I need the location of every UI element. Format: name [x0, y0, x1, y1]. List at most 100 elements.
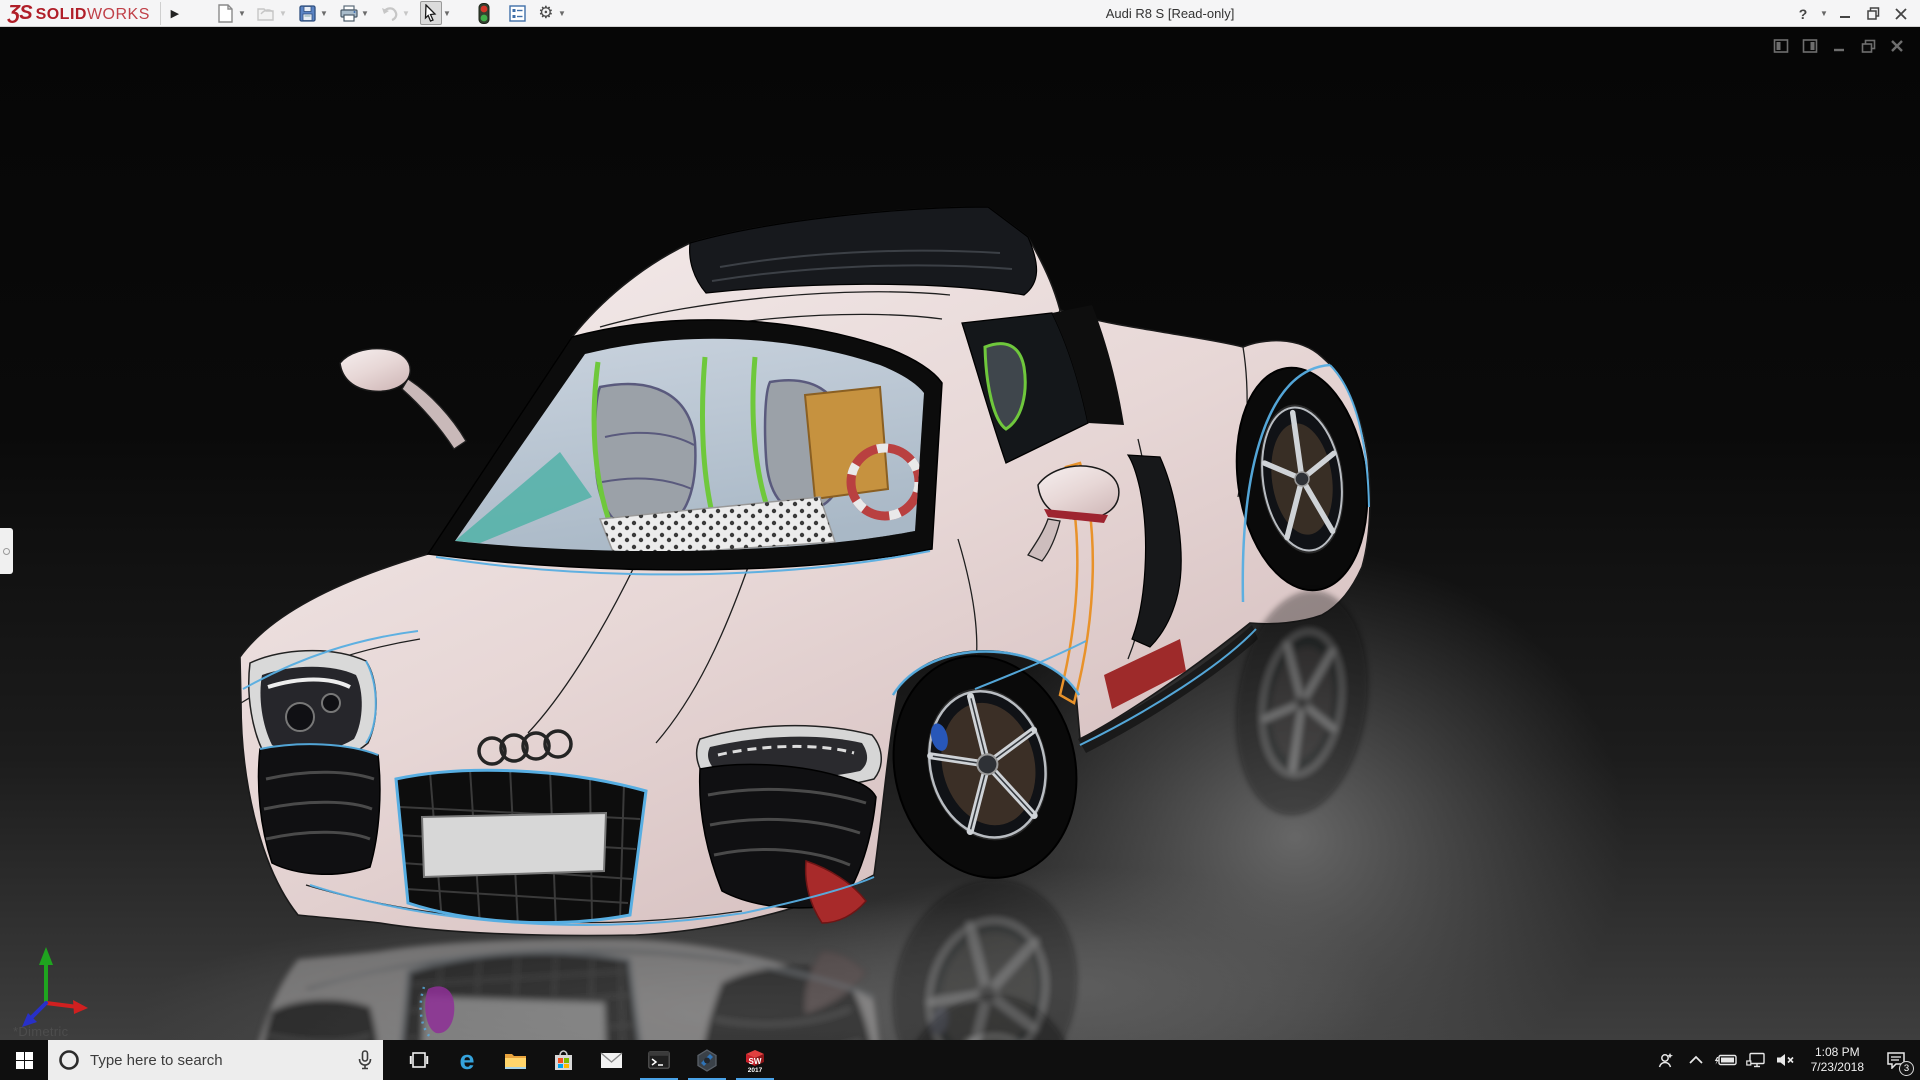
microsoft-store-icon	[554, 1049, 572, 1070]
help-button[interactable]: ?	[1792, 2, 1814, 26]
svg-text:SW: SW	[749, 1057, 762, 1066]
battery-button[interactable]	[1713, 1040, 1739, 1080]
print-button[interactable]	[338, 1, 360, 25]
volume-muted-icon	[1776, 1054, 1794, 1066]
command-prompt-button[interactable]	[635, 1040, 683, 1080]
rebuild-button[interactable]	[473, 1, 495, 25]
settings-caret[interactable]: ▼	[557, 9, 567, 18]
document-window-controls	[1772, 37, 1906, 55]
help-caret[interactable]: ▼	[1820, 9, 1828, 18]
microsoft-store-button[interactable]	[539, 1040, 587, 1080]
quick-access-toolbar: ▼ ▼ ▼ ▼ ▼ ▼ ⚙ ▼	[215, 1, 576, 25]
command-prompt-icon	[648, 1051, 670, 1069]
open-document-button[interactable]	[256, 1, 278, 25]
license-plate	[420, 811, 608, 879]
taskbar-clock[interactable]: 1:08 PM 7/23/2018	[1803, 1045, 1872, 1075]
people-icon	[1658, 1053, 1673, 1068]
close-icon	[1895, 7, 1907, 20]
restore-icon	[1866, 7, 1879, 20]
panel-tab-dot-icon	[3, 547, 10, 555]
options-list-icon	[509, 4, 527, 22]
microphone-icon[interactable]	[357, 1050, 373, 1070]
battery-charging-icon	[1714, 1054, 1737, 1066]
search-input[interactable]	[90, 1051, 347, 1069]
action-center-button[interactable]: 3	[1876, 1040, 1916, 1080]
left-air-intake	[257, 743, 381, 875]
view-orientation-label: *Dimetric	[13, 1024, 69, 1039]
mail-envelope-icon	[600, 1051, 622, 1068]
undo-caret[interactable]: ▼	[401, 9, 411, 18]
hidden-icons-button[interactable]	[1683, 1040, 1709, 1080]
brand-name-bold: SOLID	[35, 5, 87, 23]
select-tool-caret[interactable]: ▼	[442, 9, 452, 18]
feature-tree-collapsed-tab[interactable]	[0, 528, 13, 574]
solidworks-2017-icon: SW 2017	[746, 1050, 764, 1073]
new-document-caret[interactable]: ▼	[237, 9, 247, 18]
options-list-button[interactable]	[507, 1, 529, 25]
restore-button[interactable]	[1862, 2, 1884, 26]
solidworks-logo: ƷS SOLID WORKS	[0, 2, 150, 25]
new-document-button[interactable]	[215, 1, 237, 25]
task-view-button[interactable]	[395, 1040, 443, 1080]
volume-button[interactable]	[1773, 1040, 1799, 1080]
network-button[interactable]	[1743, 1040, 1769, 1080]
title-toolbar: ƷS SOLID WORKS ▶ ▼ ▼ ▼ ▼ ▼ ▼ ⚙ ▼ Audi R8…	[0, 0, 1920, 27]
edge-browser-button[interactable]: e	[443, 1040, 491, 1080]
open-folder-icon	[257, 7, 275, 21]
close-button[interactable]	[1890, 2, 1912, 26]
restore-document-button[interactable]	[1859, 37, 1877, 55]
left-mirror	[339, 347, 467, 450]
save-caret[interactable]: ▼	[319, 9, 329, 18]
clock-date: 7/23/2018	[1810, 1060, 1864, 1074]
undo-arrow-icon	[382, 6, 398, 21]
chevron-up-icon	[1689, 1055, 1703, 1064]
undo-button[interactable]	[379, 1, 401, 25]
close-document-button[interactable]	[1888, 37, 1906, 55]
window-title: Audi R8 S [Read-only]	[1105, 6, 1235, 21]
file-explorer-icon	[504, 1053, 526, 1069]
solidworks-2017-button[interactable]: SW 2017	[731, 1040, 779, 1080]
open-document-caret[interactable]: ▼	[278, 9, 288, 18]
windows-logo-icon	[15, 1051, 33, 1069]
cortana-icon	[59, 1050, 79, 1070]
people-button[interactable]	[1653, 1040, 1679, 1080]
graphics-viewport[interactable]: *Dimetric	[0, 27, 1920, 1040]
hexagon-app-icon	[697, 1048, 717, 1072]
mail-button[interactable]	[587, 1040, 635, 1080]
minimize-icon	[1840, 15, 1850, 18]
taskbar-app-row: e SW 2017	[395, 1040, 779, 1080]
windows-taskbar: e	[0, 1040, 1920, 1080]
settings-button[interactable]: ⚙	[535, 1, 557, 25]
edge-icon: e	[459, 1044, 475, 1075]
toolbar-divider	[159, 1, 161, 25]
select-arrow-icon	[425, 4, 437, 22]
gear-icon: ⚙	[538, 3, 554, 22]
brand-name-light: WORKS	[86, 5, 150, 23]
svg-text:2017: 2017	[748, 1067, 763, 1073]
task-view-icon	[409, 1052, 429, 1068]
print-caret[interactable]: ▼	[360, 9, 370, 18]
traffic-light-icon	[478, 2, 490, 24]
orientation-triad	[22, 947, 88, 1027]
menu-flyout-arrow-icon[interactable]: ▶	[165, 2, 185, 25]
front-grille	[394, 768, 648, 925]
start-button[interactable]	[0, 1040, 48, 1080]
brand-glyph-icon: ƷS	[8, 1, 33, 24]
network-icon	[1745, 1052, 1765, 1068]
save-floppy-icon	[299, 4, 317, 22]
print-icon	[340, 4, 358, 22]
select-tool-button[interactable]	[419, 1, 442, 25]
cascade-window-button[interactable]	[1801, 37, 1819, 55]
file-explorer-button[interactable]	[491, 1040, 539, 1080]
new-document-icon	[218, 3, 234, 23]
system-tray: 1:08 PM 7/23/2018 3	[1653, 1040, 1920, 1080]
minimize-document-button[interactable]	[1830, 37, 1848, 55]
taskbar-search[interactable]	[48, 1040, 383, 1080]
notification-badge: 3	[1899, 1061, 1914, 1076]
save-button[interactable]	[297, 1, 319, 25]
hexagon-app-button[interactable]	[683, 1040, 731, 1080]
car-3d-model[interactable]	[0, 27, 1920, 1040]
minimize-button[interactable]	[1834, 2, 1856, 26]
tile-window-button[interactable]	[1772, 37, 1790, 55]
clock-time: 1:08 PM	[1814, 1045, 1860, 1059]
